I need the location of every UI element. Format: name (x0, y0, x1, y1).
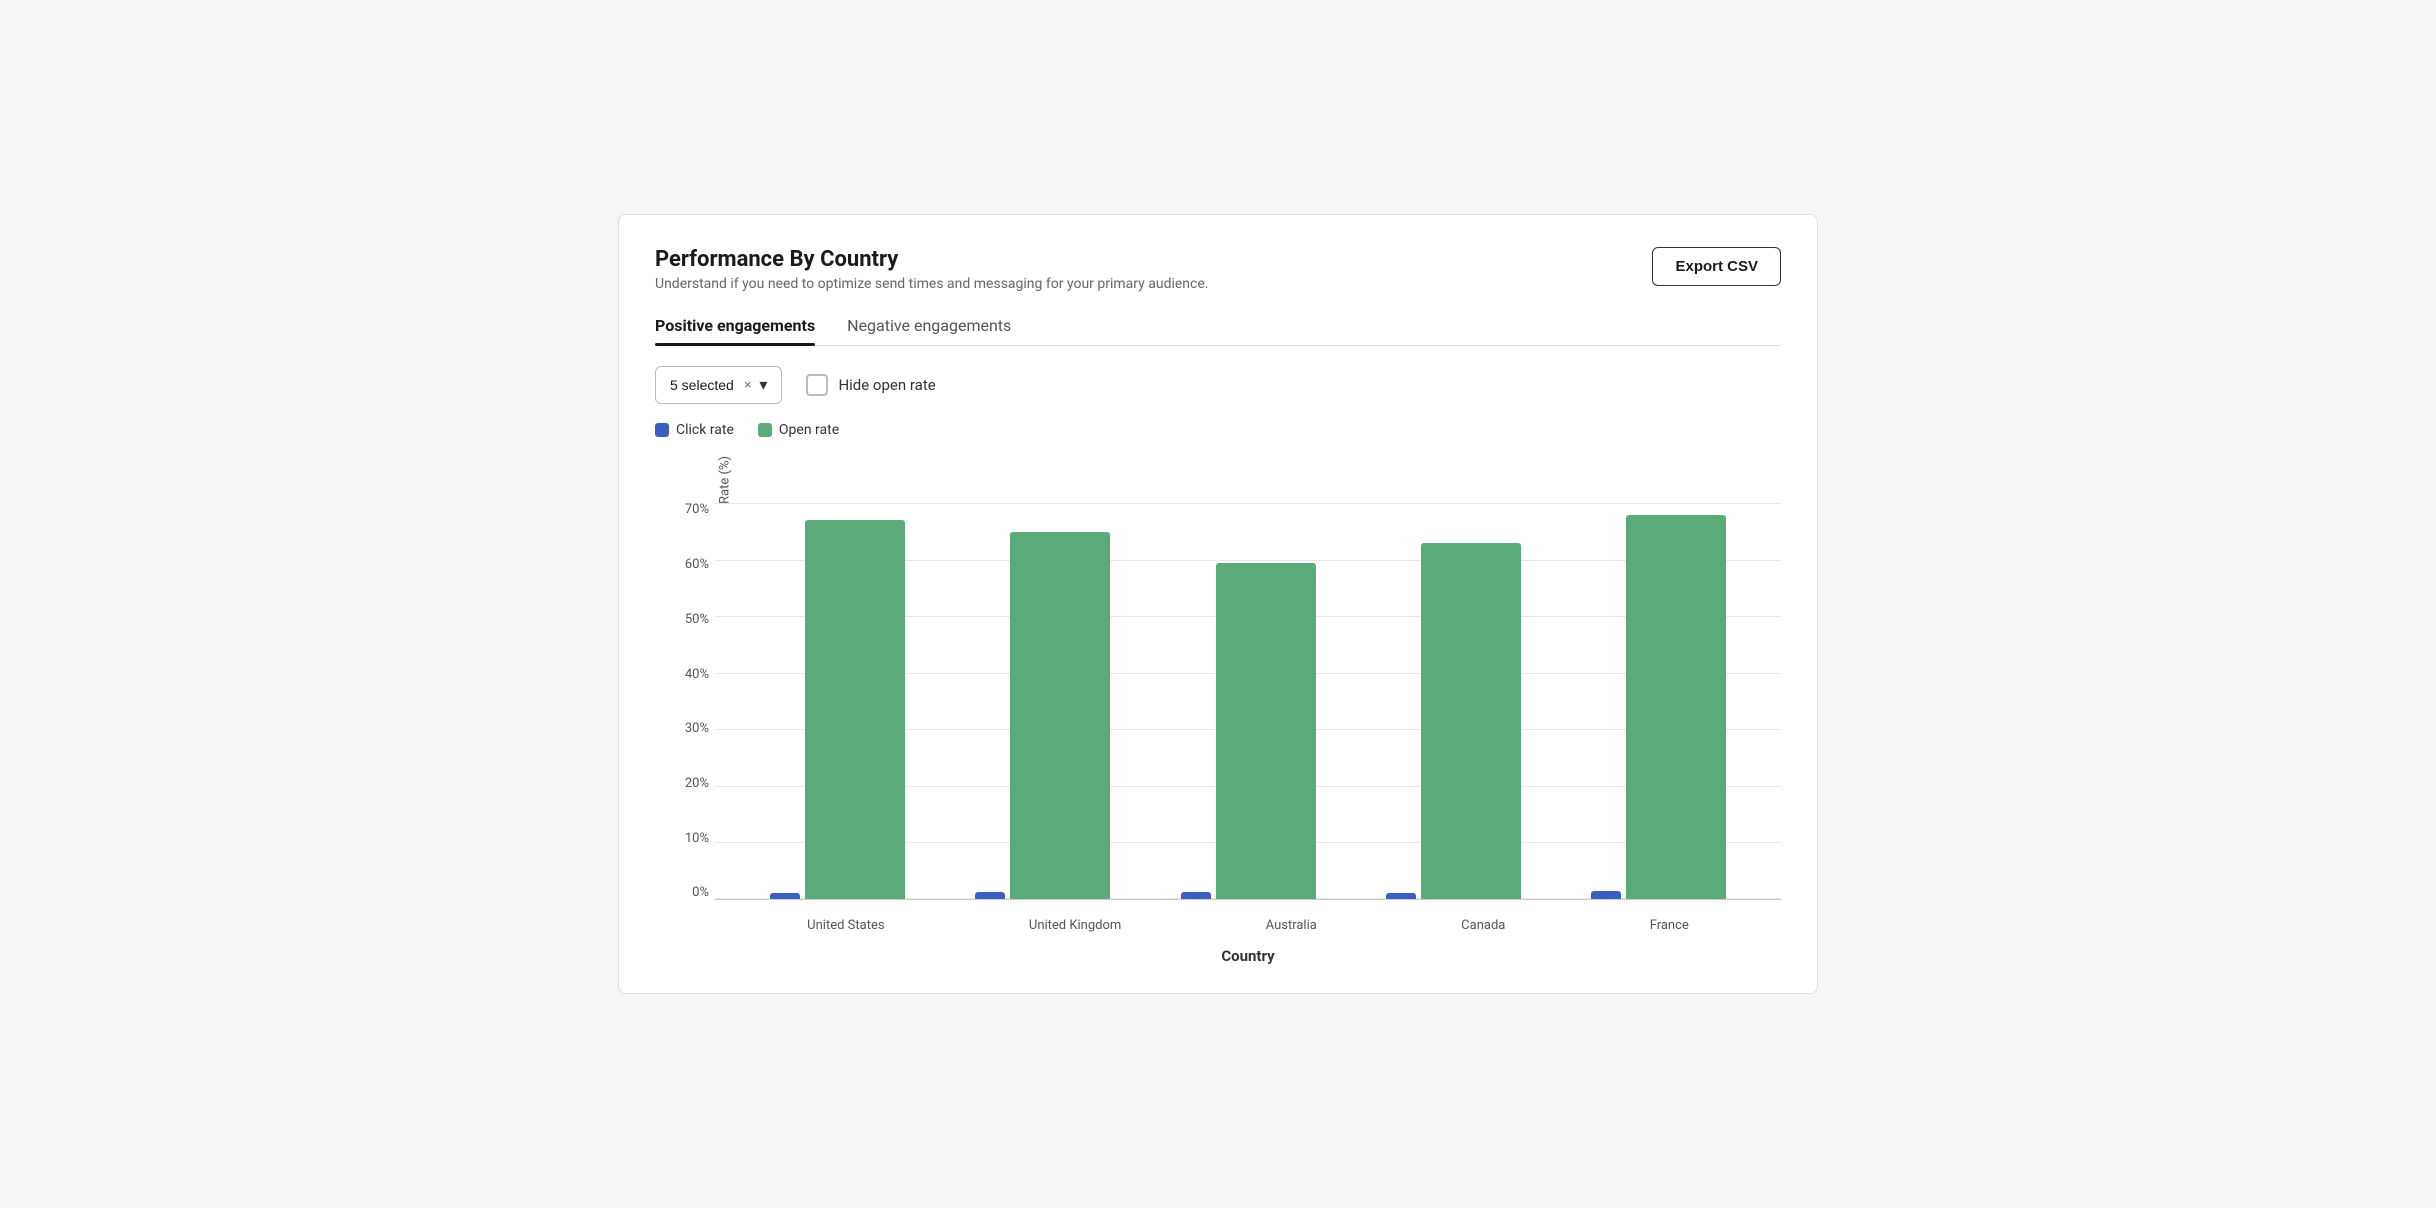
y-axis-label: Rate (%) (715, 456, 735, 504)
hide-open-rate-label[interactable]: Hide open rate (806, 374, 935, 396)
open-rate-color-swatch (758, 423, 772, 437)
chart-inner: 70% 60% 50% 40% 30% 20% 10% 0% (715, 503, 1781, 965)
open-rate-bar-fr (1626, 515, 1726, 900)
legend-click-rate-label: Click rate (676, 422, 734, 438)
bar-group-fr (1556, 503, 1761, 899)
tab-negative-engagements[interactable]: Negative engagements (847, 316, 1011, 345)
page-title: Performance By Country (655, 247, 1208, 272)
x-label-fr: France (1650, 918, 1689, 933)
click-rate-bar-us (770, 893, 800, 900)
x-label-uk: United Kingdom (1029, 918, 1121, 933)
chart-legend: Click rate Open rate (655, 422, 1781, 438)
selected-count-label: 5 selected (670, 377, 734, 393)
open-rate-bar-us (805, 520, 905, 899)
legend-open-rate: Open rate (758, 422, 839, 438)
performance-by-country-card: Performance By Country Understand if you… (618, 214, 1818, 995)
x-axis-title: Country (715, 947, 1781, 965)
bar-group-uk (940, 503, 1145, 899)
tabs: Positive engagements Negative engagement… (655, 316, 1781, 346)
bar-group-au (1145, 503, 1350, 899)
y-label-0: 0% (692, 886, 709, 899)
x-label-au: Australia (1266, 918, 1317, 933)
open-rate-bar-ca (1421, 543, 1521, 899)
chart-wrapper: Rate (%) 70% 60% 50% 40% 30% 20% 10% 0% (655, 456, 1781, 966)
hide-open-rate-text: Hide open rate (838, 376, 935, 394)
click-rate-bar-uk (975, 892, 1005, 900)
clear-filter-icon[interactable]: × (744, 377, 752, 392)
bar-group-us (735, 503, 940, 899)
click-rate-color-swatch (655, 423, 669, 437)
y-label-60: 60% (685, 558, 709, 571)
y-label-20: 20% (685, 777, 709, 790)
y-label-70: 70% (685, 503, 709, 516)
header-text: Performance By Country Understand if you… (655, 247, 1208, 292)
subtitle: Understand if you need to optimize send … (655, 276, 1208, 292)
hide-open-rate-checkbox[interactable] (806, 374, 828, 396)
tab-positive-engagements[interactable]: Positive engagements (655, 316, 815, 345)
chevron-down-icon: ▾ (759, 375, 767, 395)
legend-click-rate: Click rate (655, 422, 734, 438)
open-rate-bar-uk (1010, 532, 1110, 900)
x-label-ca: Canada (1461, 918, 1505, 933)
x-label-us: United States (807, 918, 884, 933)
legend-open-rate-label: Open rate (779, 422, 839, 438)
header-row: Performance By Country Understand if you… (655, 247, 1781, 292)
click-rate-bar-au (1181, 892, 1211, 899)
y-label-10: 10% (685, 832, 709, 845)
country-filter-dropdown[interactable]: 5 selected × ▾ (655, 366, 782, 404)
controls-row: 5 selected × ▾ Hide open rate (655, 366, 1781, 404)
open-rate-bar-au (1216, 563, 1316, 900)
y-label-30: 30% (685, 722, 709, 735)
click-rate-bar-ca (1386, 893, 1416, 899)
export-csv-button[interactable]: Export CSV (1652, 247, 1781, 286)
bar-group-ca (1351, 503, 1556, 899)
click-rate-bar-fr (1591, 891, 1621, 899)
y-label-40: 40% (685, 668, 709, 681)
y-label-50: 50% (685, 613, 709, 626)
